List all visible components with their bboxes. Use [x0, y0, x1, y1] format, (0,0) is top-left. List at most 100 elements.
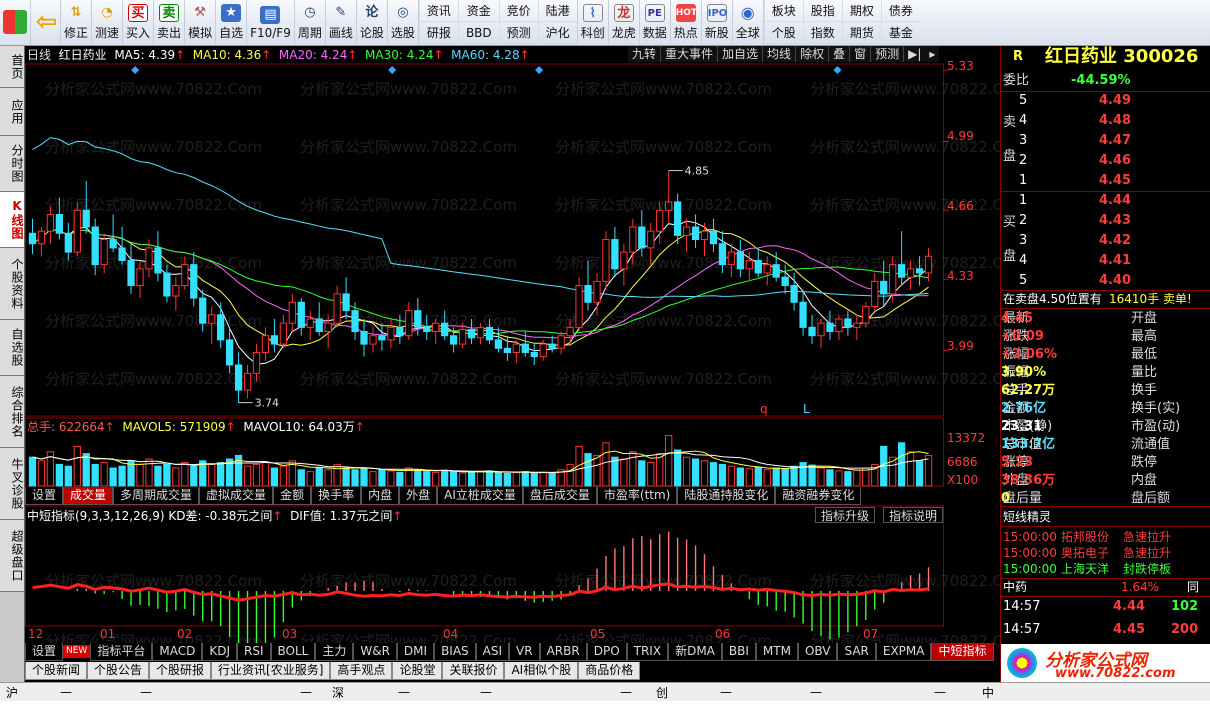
spirit-stock[interactable]: 上海天洋	[1061, 560, 1109, 578]
news-tab-industry[interactable]: 行业资讯[农业服务]	[211, 662, 331, 680]
back-button[interactable]: ⇦	[31, 0, 61, 45]
revise-button[interactable]: ⇅ 修正	[61, 0, 93, 45]
tool-predict[interactable]: 预测	[871, 46, 905, 62]
side-tab-watchlist[interactable]: 自选股	[0, 320, 24, 376]
ind-tab-dpo[interactable]: DPO	[586, 643, 627, 661]
side-tab-ranking[interactable]: 综合排名	[0, 376, 24, 448]
ind-tab-mtm[interactable]: MTM	[755, 643, 798, 661]
tool-exright[interactable]: 除权	[796, 46, 830, 62]
status-sh[interactable]: 沪	[6, 685, 18, 701]
status-sz[interactable]: 深	[332, 685, 344, 701]
ind-tab-expma[interactable]: EXPMA	[875, 643, 932, 661]
tool-nine[interactable]: 九转	[628, 46, 662, 62]
side-tab-superdisk[interactable]: 超级盘口	[0, 520, 24, 592]
vol-tab-turnover[interactable]: 换手率	[311, 487, 362, 505]
vol-tab-after[interactable]: 盘后成交量	[522, 487, 597, 505]
tool-events[interactable]: 重大事件	[661, 46, 719, 62]
vol-tab-settings[interactable]: 设置	[25, 487, 64, 505]
tb-fund2[interactable]: 基金	[880, 22, 920, 44]
tb-huhua[interactable]: 沪化	[537, 22, 577, 44]
news-tab-stock-news[interactable]: 个股新闻	[25, 662, 88, 680]
draw-button[interactable]: ✎ 画线	[326, 0, 357, 45]
speed-button[interactable]: ◔ 测速	[92, 0, 124, 45]
vol-tab-multi[interactable]: 多周期成交量	[113, 487, 200, 505]
chart-svg[interactable]: 分析家公式网www.70822.Com 分析家公式网www.70822.Com 分析…	[25, 46, 1000, 683]
tool-window[interactable]: 窗	[850, 46, 872, 62]
tb-stock[interactable]: 个股	[763, 22, 803, 44]
newstock-button[interactable]: IPO 新股	[702, 0, 733, 45]
play-icon[interactable]: ▶|	[904, 46, 925, 62]
news-tab-report[interactable]: 个股研报	[149, 662, 212, 680]
side-tab-profile[interactable]: 个股资料	[0, 248, 24, 320]
tb-report[interactable]: 研报	[418, 22, 458, 44]
indicator-upgrade-button[interactable]: 指标升级	[815, 507, 876, 523]
ind-tab-midshort[interactable]: 中短指标	[931, 643, 994, 661]
vol-tab-virtual[interactable]: 虚拟成交量	[199, 487, 274, 505]
f10-button[interactable]: ▤ F10/F9	[247, 0, 295, 45]
ind-tab-macd[interactable]: MACD	[152, 643, 203, 661]
vol-tab-hk[interactable]: 陆股通持股变化	[677, 487, 776, 505]
side-tab-kline[interactable]: K线图	[0, 192, 24, 248]
ind-tab-bbi[interactable]: BBI	[721, 643, 756, 661]
vol-tab-volume[interactable]: 成交量	[63, 487, 114, 505]
tb-options[interactable]: 期权	[841, 0, 881, 22]
ind-tab-arbr[interactable]: ARBR	[539, 643, 587, 661]
tb-auction[interactable]: 竞价	[498, 0, 538, 22]
side-tab-home[interactable]: 首页	[0, 46, 24, 88]
tb-bond[interactable]: 债券	[880, 0, 920, 22]
news-tab-ai-similar[interactable]: AI相似个股	[504, 662, 579, 680]
ind-tab-asi[interactable]: ASI	[475, 643, 510, 661]
ind-tab-trix[interactable]: TRIX	[626, 643, 669, 661]
ind-tab-obv[interactable]: OBV	[797, 643, 838, 661]
ind-tab-wr[interactable]: W&R	[353, 643, 397, 661]
news-tab-forum[interactable]: 论股堂	[392, 662, 443, 680]
vol-tab-inner[interactable]: 内盘	[361, 487, 400, 505]
tb-sector[interactable]: 板块	[763, 0, 803, 22]
status-zh[interactable]: 中	[982, 685, 994, 701]
news-tab-commodity[interactable]: 商品价格	[578, 662, 641, 680]
side-tab-apps[interactable]: 应用	[0, 88, 24, 136]
ind-tab-dmi[interactable]: DMI	[396, 643, 435, 661]
news-tab-related[interactable]: 关联报价	[442, 662, 505, 680]
tb-index[interactable]: 指数	[802, 22, 842, 44]
status-cy[interactable]: 创	[656, 685, 668, 701]
hot-button[interactable]: HOT 热点	[671, 0, 702, 45]
kechuang-button[interactable]: ⌇ 科创	[578, 0, 609, 45]
data-button[interactable]: PE 数据	[640, 0, 671, 45]
spirit-title[interactable]: 短线精灵	[1003, 508, 1051, 526]
ind-tab-platform[interactable]: 指标平台	[90, 643, 153, 661]
global-button[interactable]: ◉ 全球	[733, 0, 764, 45]
ind-tab-newdma[interactable]: 新DMA	[668, 643, 722, 661]
vol-tab-outer[interactable]: 外盘	[399, 487, 438, 505]
vol-tab-margin[interactable]: 融资融券变化	[775, 487, 862, 505]
simulate-button[interactable]: ⚒ 模拟	[185, 0, 217, 45]
side-tab-diagnose[interactable]: 牛叉诊股	[0, 448, 24, 520]
indicator-help-button[interactable]: 指标说明	[883, 507, 944, 523]
cycle-button[interactable]: ◷ 周期	[295, 0, 326, 45]
news-tab-notice[interactable]: 个股公告	[87, 662, 150, 680]
next-icon[interactable]: ▸	[925, 46, 939, 62]
vol-tab-pe[interactable]: 市盈率(ttm)	[596, 487, 678, 505]
ind-tab-settings[interactable]: 设置	[25, 643, 64, 661]
app-grid-button[interactable]	[0, 0, 31, 45]
tb-fund[interactable]: 资金	[457, 0, 499, 22]
tb-futures[interactable]: 期货	[841, 22, 881, 44]
side-tab-timeshare[interactable]: 分时图	[0, 136, 24, 192]
tool-overlay[interactable]: 叠	[829, 46, 851, 62]
forum-button[interactable]: 论论股	[357, 0, 388, 45]
kline-chart-area[interactable]: 分析家公式网www.70822.Com 分析家公式网www.70822.Com 分析…	[25, 46, 1000, 683]
ind-tab-vr[interactable]: VR	[509, 643, 540, 661]
news-tab-experts[interactable]: 高手观点	[330, 662, 393, 680]
tool-ma[interactable]: 均线	[763, 46, 797, 62]
select-button[interactable]: ◎ 选股	[388, 0, 419, 45]
vol-tab-ai[interactable]: AI立桩成交量	[437, 487, 523, 505]
ind-tab-sar[interactable]: SAR	[837, 643, 876, 661]
vol-tab-amount[interactable]: 金额	[273, 487, 312, 505]
period-label[interactable]: 日线	[27, 48, 51, 62]
tb-futures-index[interactable]: 股指	[802, 0, 842, 22]
buy-button[interactable]: 买买入	[123, 0, 155, 45]
ind-tab-bias[interactable]: BIAS	[434, 643, 476, 661]
tb-forecast[interactable]: 预测	[498, 22, 538, 44]
tool-add-fav[interactable]: 加自选	[718, 46, 764, 62]
favorite-button[interactable]: ★ 自选	[216, 0, 248, 45]
